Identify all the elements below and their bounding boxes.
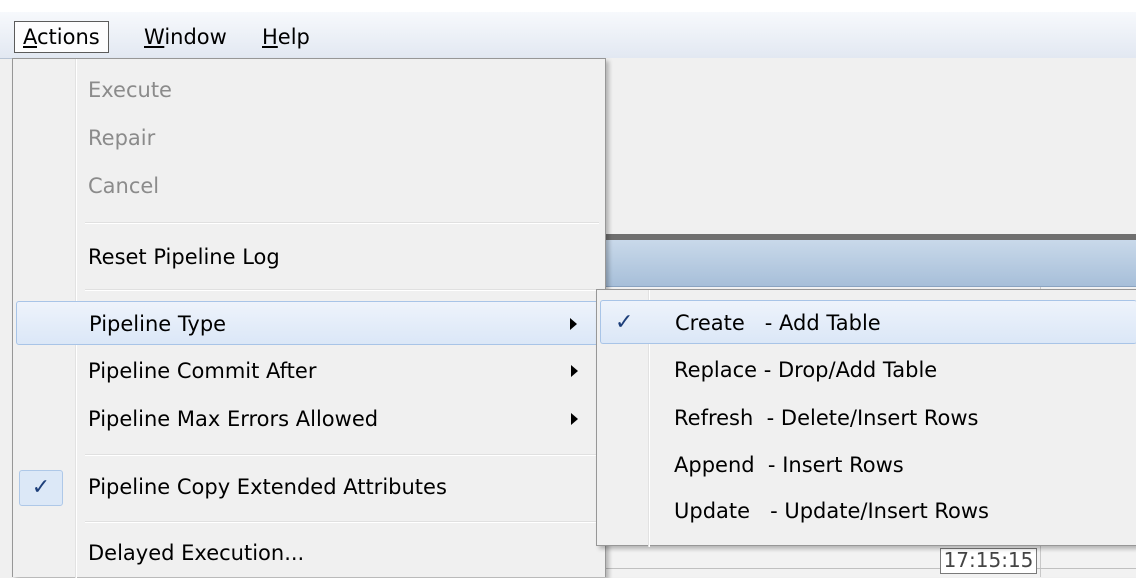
menu-item-pipeline-type[interactable]: Pipeline Type: [16, 301, 602, 345]
background-panel: [606, 58, 1136, 234]
chevron-right-icon: [571, 413, 578, 425]
menu-help-accel: H: [262, 25, 278, 49]
background-header-bar: [606, 240, 1136, 287]
menu-separator: [85, 454, 599, 456]
submenu-item-label: Create - Add Table: [675, 311, 881, 335]
menu-bar: Actions Window Help: [0, 12, 1136, 59]
submenu-item-label: Replace - Drop/Add Table: [674, 358, 938, 382]
background-grid-line: [606, 568, 1136, 569]
menu-item-label: Pipeline Type: [89, 312, 227, 336]
chevron-right-icon: [571, 365, 578, 377]
menu-separator: [85, 521, 599, 523]
menu-actions[interactable]: Actions: [14, 21, 109, 53]
submenu-item-update[interactable]: Update - Update/Insert Rows: [600, 489, 1136, 533]
actions-dropdown: Execute Repair Cancel Reset Pipeline Log…: [12, 58, 606, 578]
window-top-edge: [0, 0, 1136, 12]
menu-actions-accel: A: [23, 25, 37, 49]
menu-item-pipeline-max-errors[interactable]: Pipeline Max Errors Allowed: [16, 397, 602, 441]
check-icon: ✓: [19, 470, 63, 506]
menu-window-label: indow: [164, 25, 227, 49]
submenu-item-append[interactable]: Append - Insert Rows: [600, 443, 1136, 487]
menu-help-label: elp: [277, 25, 310, 49]
menu-item-repair[interactable]: Repair: [16, 116, 602, 160]
menu-item-label: Cancel: [88, 174, 160, 198]
chevron-right-icon: [570, 318, 577, 330]
submenu-item-label: Append - Insert Rows: [674, 453, 904, 477]
menu-item-label: Pipeline Max Errors Allowed: [88, 407, 379, 431]
menu-separator: [85, 289, 599, 291]
pipeline-type-submenu: ✓ Create - Add Table Replace - Drop/Add …: [596, 289, 1136, 547]
menu-item-label: Delayed Execution...: [88, 541, 305, 565]
menu-help[interactable]: Help: [254, 21, 318, 53]
menu-item-execute[interactable]: Execute: [16, 68, 602, 112]
menu-window-accel: W: [144, 25, 165, 49]
submenu-item-create[interactable]: ✓ Create - Add Table: [600, 300, 1136, 344]
menu-item-label: Repair: [88, 126, 156, 150]
menu-item-reset-pipeline-log[interactable]: Reset Pipeline Log: [16, 235, 602, 279]
submenu-item-label: Update - Update/Insert Rows: [674, 499, 989, 523]
menu-item-label: Pipeline Commit After: [88, 359, 317, 383]
menu-separator: [85, 222, 599, 224]
menu-item-pipeline-commit-after[interactable]: Pipeline Commit After: [16, 349, 602, 393]
menu-window[interactable]: Window: [136, 21, 235, 53]
background-time-cell[interactable]: 17:15:15: [940, 548, 1037, 574]
submenu-item-label: Refresh - Delete/Insert Rows: [674, 406, 979, 430]
menu-item-pipeline-copy-extended-attributes[interactable]: ✓ Pipeline Copy Extended Attributes: [16, 465, 602, 509]
menu-actions-label: ctions: [37, 25, 100, 49]
check-icon: ✓: [615, 310, 634, 335]
submenu-item-replace[interactable]: Replace - Drop/Add Table: [600, 348, 1136, 392]
menu-item-label: Execute: [88, 78, 172, 102]
menu-item-delayed-execution[interactable]: Delayed Execution...: [16, 531, 602, 575]
submenu-item-refresh[interactable]: Refresh - Delete/Insert Rows: [600, 396, 1136, 440]
menu-item-label: Reset Pipeline Log: [88, 245, 280, 269]
menu-item-label: Pipeline Copy Extended Attributes: [88, 475, 447, 499]
menu-item-cancel[interactable]: Cancel: [16, 164, 602, 208]
